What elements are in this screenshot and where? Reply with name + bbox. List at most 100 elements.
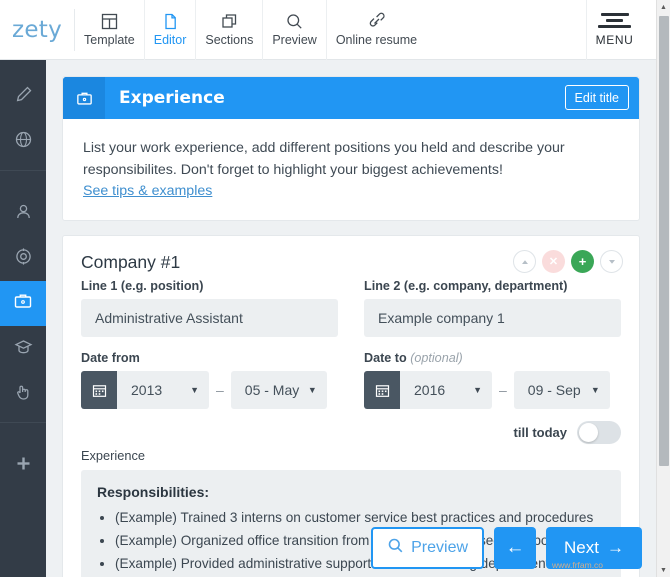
line1-group: Line 1 (e.g. position) — [81, 279, 338, 337]
till-today-toggle[interactable] — [577, 421, 621, 444]
page-title: Experience — [119, 88, 225, 108]
tab-label: Online resume — [335, 33, 418, 47]
chevron-down-icon: ▼ — [473, 385, 482, 395]
briefcase-icon — [13, 291, 33, 316]
next-label: Next — [564, 538, 599, 557]
menu-line — [606, 19, 623, 22]
month-value: 09 - Sep — [527, 382, 581, 398]
tab-label: Template — [84, 33, 135, 47]
date-from-label: Date from — [81, 351, 140, 365]
sidebar-divider — [0, 170, 46, 171]
move-up-button[interactable] — [513, 250, 536, 273]
tab-online-resume[interactable]: Online resume — [327, 0, 426, 60]
main-content: Experience Edit title List your work exp… — [46, 60, 656, 577]
tab-template[interactable]: Template — [75, 0, 145, 60]
see-tips-link[interactable]: See tips & examples — [83, 183, 212, 199]
top-navigation-bar: zety Template Editor Sections Preview On… — [0, 0, 656, 60]
section-description-body: List your work experience, add different… — [63, 119, 639, 220]
link-icon — [367, 12, 386, 31]
date-to-label-text: Date to — [364, 351, 407, 365]
menu-label: MENU — [595, 33, 634, 47]
month-value: 05 - May — [244, 382, 300, 398]
date-from-month-select[interactable]: 05 - May ▼ — [230, 371, 327, 409]
chevron-down-icon: ▼ — [590, 385, 600, 395]
tab-label: Preview — [272, 33, 317, 47]
arrow-left-icon: ← — [505, 537, 525, 558]
left-sidebar — [0, 60, 46, 577]
preview-label: Preview — [411, 539, 469, 556]
scrollbar-thumb[interactable] — [659, 16, 669, 466]
tab-label: Editor — [153, 33, 187, 47]
next-button[interactable]: Next → www.frfam.co — [546, 527, 642, 570]
calendar-icon[interactable] — [81, 371, 117, 409]
line1-label: Line 1 (e.g. position) — [81, 279, 204, 293]
search-icon — [285, 12, 304, 31]
year-value: 2013 — [131, 382, 163, 398]
line2-input[interactable] — [364, 299, 621, 337]
add-button[interactable]: + — [571, 250, 594, 273]
sidebar-item-personal[interactable] — [0, 191, 46, 236]
date-row: Date from 2013 ▼ – 05 - May ▼ Date to (o… — [81, 351, 621, 423]
document-icon — [161, 12, 180, 31]
hand-icon — [14, 382, 33, 406]
app-root: zety Template Editor Sections Preview On… — [0, 0, 670, 577]
calendar-icon[interactable] — [364, 371, 400, 409]
tab-sections[interactable]: Sections — [196, 0, 264, 60]
sidebar-item-globe[interactable] — [0, 119, 46, 164]
line1-input[interactable] — [81, 299, 338, 337]
section-header: Experience Edit title — [63, 77, 639, 119]
date-to-label: Date to (optional) — [364, 351, 621, 365]
experience-section-card: Experience Edit title List your work exp… — [62, 76, 640, 221]
sidebar-item-pencil[interactable] — [0, 74, 46, 119]
plus-icon — [15, 455, 32, 477]
tab-preview[interactable]: Preview — [263, 0, 327, 60]
move-down-button[interactable] — [600, 250, 623, 273]
menu-line — [598, 25, 631, 28]
company-controls: ✕ + — [513, 250, 623, 273]
zety-logo[interactable]: zety — [0, 17, 74, 43]
chevron-down-icon: ▼ — [307, 385, 317, 395]
floating-action-bar: Preview ← Next → www.frfam.co — [371, 527, 642, 570]
preview-button[interactable]: Preview — [371, 527, 485, 569]
person-icon — [14, 202, 33, 226]
name-row: Line 1 (e.g. position) Line 2 (e.g. comp… — [81, 279, 621, 351]
copy-icon — [220, 12, 239, 31]
date-separator: – — [499, 382, 507, 398]
date-from-picker: 2013 ▼ – 05 - May ▼ — [81, 371, 338, 409]
date-to-group: Date to (optional) 2016 ▼ – 09 - Sep ▼ — [364, 351, 621, 409]
list-item: (Example) Trained 3 interns on customer … — [115, 507, 605, 528]
back-button[interactable]: ← — [494, 527, 537, 569]
sidebar-item-objective[interactable] — [0, 236, 46, 281]
target-icon — [14, 247, 33, 271]
company-card: Company #1 ✕ + Line 1 (e.g. position) Ad… — [62, 235, 640, 577]
edit-title-button[interactable]: Edit title — [564, 85, 629, 110]
watermark: www.frfam.co — [552, 560, 604, 570]
delete-button[interactable]: ✕ — [542, 250, 565, 273]
company-header: Company #1 ✕ + — [63, 236, 639, 279]
date-to-year-select[interactable]: 2016 ▼ — [400, 371, 492, 409]
sidebar-item-education[interactable] — [0, 326, 46, 371]
date-to-picker: 2016 ▼ – 09 - Sep ▼ — [364, 371, 621, 409]
scroll-up-button[interactable]: ▲ — [657, 0, 670, 14]
date-to-optional-text: (optional) — [410, 351, 463, 365]
responsibilities-heading: Responsibilities: — [97, 484, 210, 500]
top-nav-items: Template Editor Sections Preview Online … — [75, 0, 426, 60]
date-from-year-select[interactable]: 2013 ▼ — [117, 371, 209, 409]
till-today-label: till today — [513, 425, 567, 440]
date-to-month-select[interactable]: 09 - Sep ▼ — [513, 371, 610, 409]
line2-label: Line 2 (e.g. company, department) — [364, 279, 568, 293]
date-from-group: Date from 2013 ▼ – 05 - May ▼ — [81, 351, 338, 409]
sidebar-item-skills[interactable] — [0, 371, 46, 416]
hamburger-menu-button[interactable]: MENU — [586, 0, 642, 60]
graduation-cap-icon — [13, 337, 33, 361]
tab-label: Sections — [205, 33, 254, 47]
toggle-knob — [579, 423, 598, 442]
sidebar-item-add-section[interactable] — [0, 443, 46, 488]
scroll-down-button[interactable]: ▼ — [657, 563, 670, 577]
menu-line — [600, 13, 629, 16]
tab-editor[interactable]: Editor — [145, 0, 197, 60]
sidebar-item-experience[interactable] — [0, 281, 46, 326]
line2-group: Line 2 (e.g. company, department) — [364, 279, 621, 337]
sidebar-divider — [0, 422, 46, 423]
vertical-scrollbar[interactable]: ▲ ▼ — [656, 0, 670, 577]
